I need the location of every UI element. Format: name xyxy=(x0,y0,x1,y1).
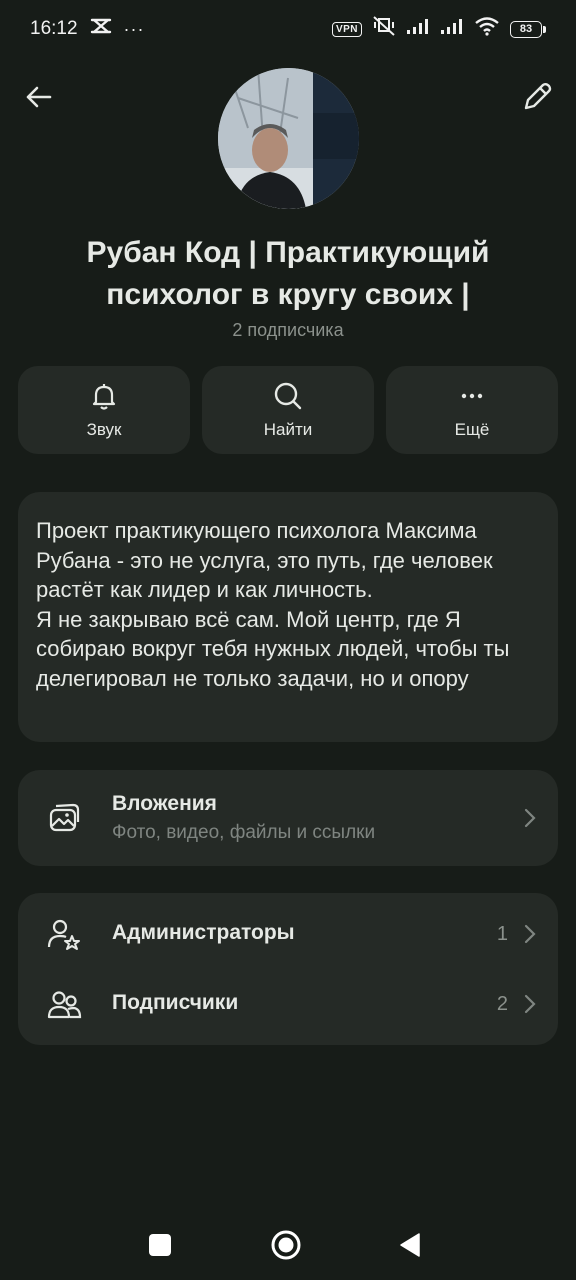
subscribers-row-count: 2 xyxy=(496,993,508,1015)
more-icon xyxy=(461,393,483,399)
chevron-right-icon xyxy=(524,994,536,1014)
battery-level: 83 xyxy=(510,20,542,38)
capcut-icon xyxy=(90,17,112,41)
description-card: Проект практикующего психолога Максима Р… xyxy=(18,492,558,742)
gallery-icon xyxy=(49,803,80,832)
members-card: Администраторы 1 Подписчики 2 xyxy=(18,893,558,1045)
attachments-row[interactable]: Вложения Фото, видео, файлы и ссылки xyxy=(18,770,558,866)
channel-profile-screen: 16:12 ··· VPN 83 Рубан Код | Практикующи… xyxy=(0,0,576,1280)
attachments-title: Вложения xyxy=(112,792,217,815)
search-icon xyxy=(274,382,302,410)
chevron-right-icon xyxy=(524,808,536,828)
sound-label: Звук xyxy=(86,420,122,439)
home-circle-icon xyxy=(271,1230,301,1260)
pencil-icon xyxy=(524,83,552,110)
search-button[interactable]: Найти xyxy=(202,366,374,454)
action-buttons: Звук Найти Ещё xyxy=(18,366,558,454)
arrow-left-icon xyxy=(26,86,52,108)
system-navigation-bar xyxy=(0,1212,576,1280)
search-label: Найти xyxy=(263,420,313,439)
recent-apps-button[interactable] xyxy=(149,1234,171,1256)
wifi-icon xyxy=(474,16,500,42)
status-bar: 16:12 ··· VPN 83 xyxy=(0,0,576,58)
subscribers-count[interactable]: 2 подписчика xyxy=(0,320,576,341)
battery-indicator: 83 xyxy=(510,20,546,38)
chevron-right-icon xyxy=(524,924,536,944)
channel-title: Рубан Код | Практикующий психолог в круг… xyxy=(86,236,490,311)
channel-avatar[interactable] xyxy=(218,68,359,209)
administrators-row[interactable]: Администраторы 1 xyxy=(18,893,558,969)
people-icon xyxy=(47,991,82,1019)
back-nav-button[interactable] xyxy=(398,1232,422,1258)
home-button[interactable] xyxy=(270,1229,302,1261)
vpn-badge: VPN xyxy=(331,21,362,37)
subscribers-label: Подписчики xyxy=(112,991,239,1014)
subscribers-row[interactable]: Подписчики 2 xyxy=(18,969,558,1045)
more-label: Ещё xyxy=(454,420,490,439)
administrators-label: Администраторы xyxy=(112,921,295,944)
signal-1-icon xyxy=(406,17,430,41)
more-button[interactable]: Ещё xyxy=(386,366,558,454)
status-time: 16:12 xyxy=(30,18,78,39)
back-button[interactable] xyxy=(22,80,56,114)
signal-2-icon xyxy=(440,17,464,41)
edit-button[interactable] xyxy=(520,80,554,114)
channel-description: Проект практикующего психолога Максима Р… xyxy=(36,518,510,691)
notification-more-dots: ··· xyxy=(123,18,145,39)
attachments-subtitle: Фото, видео, файлы и ссылки xyxy=(112,822,376,843)
bell-icon xyxy=(92,384,116,410)
admin-star-icon xyxy=(47,919,80,950)
mute-vibrate-icon xyxy=(372,15,396,43)
administrators-count: 1 xyxy=(496,923,508,945)
triangle-back-icon xyxy=(400,1233,420,1257)
sound-button[interactable]: Звук xyxy=(18,366,190,454)
